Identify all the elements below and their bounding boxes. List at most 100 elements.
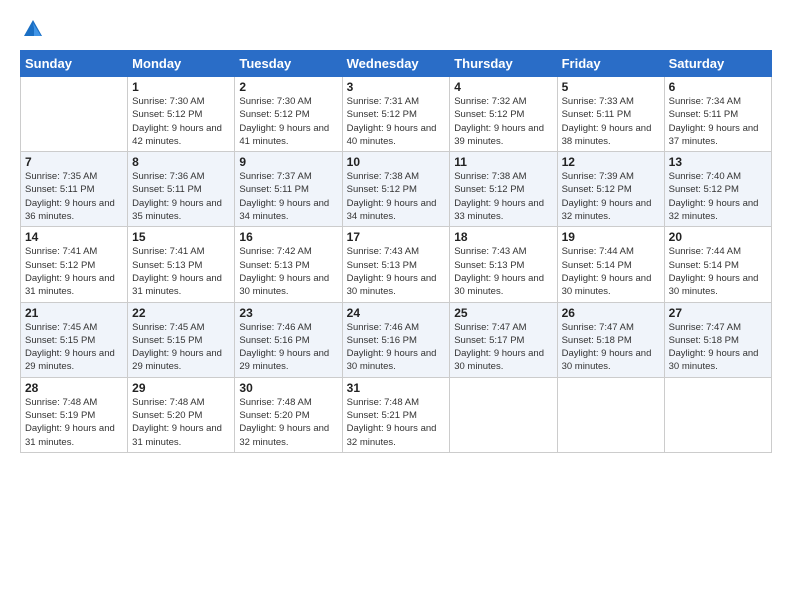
day-number: 4 — [454, 80, 552, 94]
day-number: 31 — [347, 381, 446, 395]
day-info: Sunrise: 7:31 AMSunset: 5:12 PMDaylight:… — [347, 95, 446, 148]
calendar-cell: 31Sunrise: 7:48 AMSunset: 5:21 PMDayligh… — [342, 377, 450, 452]
day-info: Sunrise: 7:48 AMSunset: 5:19 PMDaylight:… — [25, 396, 123, 449]
day-number: 11 — [454, 155, 552, 169]
day-info: Sunrise: 7:45 AMSunset: 5:15 PMDaylight:… — [132, 321, 230, 374]
weekday-header-thursday: Thursday — [450, 51, 557, 77]
day-number: 30 — [239, 381, 337, 395]
day-number: 14 — [25, 230, 123, 244]
day-info: Sunrise: 7:47 AMSunset: 5:17 PMDaylight:… — [454, 321, 552, 374]
day-info: Sunrise: 7:45 AMSunset: 5:15 PMDaylight:… — [25, 321, 123, 374]
day-info: Sunrise: 7:46 AMSunset: 5:16 PMDaylight:… — [347, 321, 446, 374]
week-row-1: 1 Sunrise: 7:30 AMSunset: 5:12 PMDaylight… — [21, 77, 772, 152]
day-info: Sunrise: 7:33 AMSunset: 5:11 PMDaylight:… — [562, 95, 660, 148]
calendar-cell: 11Sunrise: 7:38 AMSunset: 5:12 PMDayligh… — [450, 152, 557, 227]
day-info: Sunrise: 7:42 AMSunset: 5:13 PMDaylight:… — [239, 245, 337, 298]
day-info: Sunrise: 7:48 AMSunset: 5:20 PMDaylight:… — [132, 396, 230, 449]
day-number: 8 — [132, 155, 230, 169]
weekday-header-saturday: Saturday — [664, 51, 771, 77]
day-number: 16 — [239, 230, 337, 244]
day-number: 26 — [562, 306, 660, 320]
calendar-cell: 13Sunrise: 7:40 AMSunset: 5:12 PMDayligh… — [664, 152, 771, 227]
page: SundayMondayTuesdayWednesdayThursdayFrid… — [0, 0, 792, 612]
day-number: 23 — [239, 306, 337, 320]
day-number: 3 — [347, 80, 446, 94]
calendar-cell: 2Sunrise: 7:30 AMSunset: 5:12 PMDaylight… — [235, 77, 342, 152]
day-info: Sunrise: 7:48 AMSunset: 5:20 PMDaylight:… — [239, 396, 337, 449]
day-info: Sunrise: 7:36 AMSunset: 5:11 PMDaylight:… — [132, 170, 230, 223]
week-row-5: 28Sunrise: 7:48 AMSunset: 5:19 PMDayligh… — [21, 377, 772, 452]
week-row-4: 21Sunrise: 7:45 AMSunset: 5:15 PMDayligh… — [21, 302, 772, 377]
day-number: 9 — [239, 155, 337, 169]
day-info: Sunrise: 7:44 AMSunset: 5:14 PMDaylight:… — [669, 245, 767, 298]
day-info: Sunrise: 7:48 AMSunset: 5:21 PMDaylight:… — [347, 396, 446, 449]
day-number: 12 — [562, 155, 660, 169]
day-info: Sunrise: 7:35 AMSunset: 5:11 PMDaylight:… — [25, 170, 123, 223]
calendar-cell — [557, 377, 664, 452]
calendar-cell: 29Sunrise: 7:48 AMSunset: 5:20 PMDayligh… — [128, 377, 235, 452]
day-number: 19 — [562, 230, 660, 244]
calendar-cell: 5Sunrise: 7:33 AMSunset: 5:11 PMDaylight… — [557, 77, 664, 152]
calendar-cell: 1Sunrise: 7:30 AMSunset: 5:12 PMDaylight… — [128, 77, 235, 152]
weekday-header-wednesday: Wednesday — [342, 51, 450, 77]
calendar-cell: 7Sunrise: 7:35 AMSunset: 5:11 PMDaylight… — [21, 152, 128, 227]
day-number: 25 — [454, 306, 552, 320]
calendar-cell: 27Sunrise: 7:47 AMSunset: 5:18 PMDayligh… — [664, 302, 771, 377]
weekday-header-friday: Friday — [557, 51, 664, 77]
day-info: Sunrise: 7:40 AMSunset: 5:12 PMDaylight:… — [669, 170, 767, 223]
calendar-cell: 18Sunrise: 7:43 AMSunset: 5:13 PMDayligh… — [450, 227, 557, 302]
calendar-cell: 25Sunrise: 7:47 AMSunset: 5:17 PMDayligh… — [450, 302, 557, 377]
calendar-cell: 20Sunrise: 7:44 AMSunset: 5:14 PMDayligh… — [664, 227, 771, 302]
day-info: Sunrise: 7:30 AMSunset: 5:12 PMDaylight:… — [239, 95, 337, 148]
day-info: Sunrise: 7:32 AMSunset: 5:12 PMDaylight:… — [454, 95, 552, 148]
calendar-cell: 15Sunrise: 7:41 AMSunset: 5:13 PMDayligh… — [128, 227, 235, 302]
calendar-cell: 10Sunrise: 7:38 AMSunset: 5:12 PMDayligh… — [342, 152, 450, 227]
day-info: Sunrise: 7:37 AMSunset: 5:11 PMDaylight:… — [239, 170, 337, 223]
calendar-cell: 22Sunrise: 7:45 AMSunset: 5:15 PMDayligh… — [128, 302, 235, 377]
day-number: 22 — [132, 306, 230, 320]
weekday-header-sunday: Sunday — [21, 51, 128, 77]
calendar-cell: 17Sunrise: 7:43 AMSunset: 5:13 PMDayligh… — [342, 227, 450, 302]
calendar-table: SundayMondayTuesdayWednesdayThursdayFrid… — [20, 50, 772, 453]
day-number: 24 — [347, 306, 446, 320]
calendar-cell: 16Sunrise: 7:42 AMSunset: 5:13 PMDayligh… — [235, 227, 342, 302]
day-info: Sunrise: 7:38 AMSunset: 5:12 PMDaylight:… — [454, 170, 552, 223]
day-number: 6 — [669, 80, 767, 94]
day-number: 2 — [239, 80, 337, 94]
calendar-cell — [21, 77, 128, 152]
day-info: Sunrise: 7:41 AMSunset: 5:12 PMDaylight:… — [25, 245, 123, 298]
day-number: 10 — [347, 155, 446, 169]
day-number: 13 — [669, 155, 767, 169]
day-number: 29 — [132, 381, 230, 395]
weekday-header-tuesday: Tuesday — [235, 51, 342, 77]
day-number: 17 — [347, 230, 446, 244]
calendar-cell: 14Sunrise: 7:41 AMSunset: 5:12 PMDayligh… — [21, 227, 128, 302]
logo — [20, 18, 44, 40]
calendar-cell: 4Sunrise: 7:32 AMSunset: 5:12 PMDaylight… — [450, 77, 557, 152]
day-number: 20 — [669, 230, 767, 244]
weekday-header-monday: Monday — [128, 51, 235, 77]
day-number: 15 — [132, 230, 230, 244]
calendar-cell: 30Sunrise: 7:48 AMSunset: 5:20 PMDayligh… — [235, 377, 342, 452]
day-info: Sunrise: 7:47 AMSunset: 5:18 PMDaylight:… — [669, 321, 767, 374]
day-info: Sunrise: 7:43 AMSunset: 5:13 PMDaylight:… — [454, 245, 552, 298]
header — [20, 18, 772, 40]
calendar-cell: 26Sunrise: 7:47 AMSunset: 5:18 PMDayligh… — [557, 302, 664, 377]
day-info: Sunrise: 7:46 AMSunset: 5:16 PMDaylight:… — [239, 321, 337, 374]
day-number: 28 — [25, 381, 123, 395]
calendar-cell: 24Sunrise: 7:46 AMSunset: 5:16 PMDayligh… — [342, 302, 450, 377]
day-info: Sunrise: 7:43 AMSunset: 5:13 PMDaylight:… — [347, 245, 446, 298]
calendar-cell: 19Sunrise: 7:44 AMSunset: 5:14 PMDayligh… — [557, 227, 664, 302]
logo-icon — [22, 18, 44, 40]
day-info: Sunrise: 7:44 AMSunset: 5:14 PMDaylight:… — [562, 245, 660, 298]
day-number: 18 — [454, 230, 552, 244]
day-info: Sunrise: 7:39 AMSunset: 5:12 PMDaylight:… — [562, 170, 660, 223]
day-number: 1 — [132, 80, 230, 94]
calendar-cell: 9Sunrise: 7:37 AMSunset: 5:11 PMDaylight… — [235, 152, 342, 227]
day-number: 7 — [25, 155, 123, 169]
calendar-cell: 6Sunrise: 7:34 AMSunset: 5:11 PMDaylight… — [664, 77, 771, 152]
calendar-header-row: SundayMondayTuesdayWednesdayThursdayFrid… — [21, 51, 772, 77]
week-row-2: 7Sunrise: 7:35 AMSunset: 5:11 PMDaylight… — [21, 152, 772, 227]
calendar-cell: 21Sunrise: 7:45 AMSunset: 5:15 PMDayligh… — [21, 302, 128, 377]
calendar-cell — [664, 377, 771, 452]
